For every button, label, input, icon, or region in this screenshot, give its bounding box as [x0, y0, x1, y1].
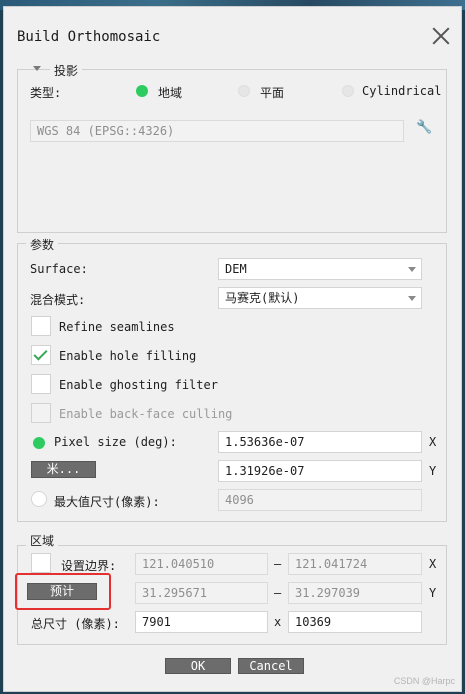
radio-geographic[interactable] [136, 85, 148, 97]
enable-back-face-culling-label: Enable back-face culling [59, 407, 233, 421]
radio-planar-label: 平面 [260, 86, 285, 100]
close-icon[interactable] [430, 25, 452, 47]
surface-select[interactable]: DEM [218, 258, 422, 280]
refine-seamlines-label: Refine seamlines [59, 320, 175, 334]
wrench-icon[interactable]: 🔧 [416, 120, 432, 135]
blend-mode-select[interactable]: 马赛克(默认) [218, 287, 422, 309]
axis-y-label: Y [429, 464, 437, 478]
dialog-title: Build Orthomosaic [17, 29, 161, 45]
x-range-dash: – [274, 557, 282, 571]
build-orthomosaic-dialog: Build Orthomosaic 投影 类型: 地域 平面 Cylindric… [3, 6, 462, 692]
total-size-label: 总尺寸 (像素): [31, 617, 120, 631]
axis-x-label: X [429, 557, 437, 571]
enable-hole-filling-checkbox[interactable] [31, 345, 51, 365]
y-max-field[interactable]: 31.297039 [288, 582, 422, 604]
total-width-field[interactable]: 7901 [135, 611, 268, 633]
x-max-field[interactable]: 121.041724 [288, 553, 422, 575]
enable-ghosting-filter-label: Enable ghosting filter [59, 378, 218, 392]
cancel-button[interactable]: Cancel [238, 658, 304, 674]
watermark-text: CSDN @Harpc [393, 676, 455, 686]
y-min-field[interactable]: 31.295671 [135, 582, 268, 604]
chevron-down-icon [408, 267, 416, 272]
surface-select-value: DEM [225, 262, 247, 276]
parameters-section-label: 参数 [26, 236, 59, 253]
radio-planar[interactable] [238, 85, 250, 97]
blend-mode-label: 混合模式: [30, 293, 86, 307]
max-size-radio[interactable] [31, 491, 47, 507]
blend-mode-select-value: 马赛克(默认) [225, 291, 300, 305]
ok-button[interactable]: OK [165, 658, 231, 674]
enable-ghosting-filter-checkbox[interactable] [31, 374, 51, 394]
pixel-size-radio[interactable] [33, 437, 45, 449]
collapse-triangle-icon[interactable] [33, 66, 41, 71]
radio-cylindrical-label: Cylindrical [362, 84, 442, 98]
refine-seamlines-checkbox[interactable] [31, 316, 51, 336]
axis-y-label: Y [429, 586, 437, 600]
radio-geographic-label: 地域 [158, 86, 183, 100]
surface-label: Surface: [30, 262, 88, 276]
crs-field[interactable]: WGS 84 (EPSG::4326) [30, 120, 404, 142]
x-min-field[interactable]: 121.040510 [135, 553, 268, 575]
type-label: 类型: [30, 86, 62, 100]
total-size-times: x [274, 615, 282, 629]
region-section-label: 区域 [26, 532, 59, 549]
checkmark-icon [33, 346, 48, 361]
pixel-size-label: Pixel size (deg): [54, 435, 177, 449]
pixel-size-y-field[interactable]: 1.31926e-07 [218, 460, 422, 482]
axis-x-label: X [429, 435, 437, 449]
pixel-size-x-field[interactable]: 1.53636e-07 [218, 431, 422, 453]
set-bounds-label: 设置边界: [61, 559, 117, 573]
enable-hole-filling-label: Enable hole filling [59, 349, 197, 363]
y-range-dash: – [274, 586, 282, 600]
highlight-annotation [15, 573, 111, 610]
max-size-label: 最大值尺寸(像素): [54, 495, 160, 509]
projection-section-label: 投影 [50, 62, 83, 79]
total-height-field[interactable]: 10369 [288, 611, 422, 633]
max-size-field[interactable]: 4096 [218, 489, 422, 511]
set-bounds-checkbox[interactable] [31, 553, 51, 573]
enable-back-face-culling-checkbox[interactable] [31, 403, 51, 423]
chevron-down-icon [408, 296, 416, 301]
meters-button[interactable]: 米... [31, 461, 96, 478]
radio-cylindrical[interactable] [342, 85, 354, 97]
